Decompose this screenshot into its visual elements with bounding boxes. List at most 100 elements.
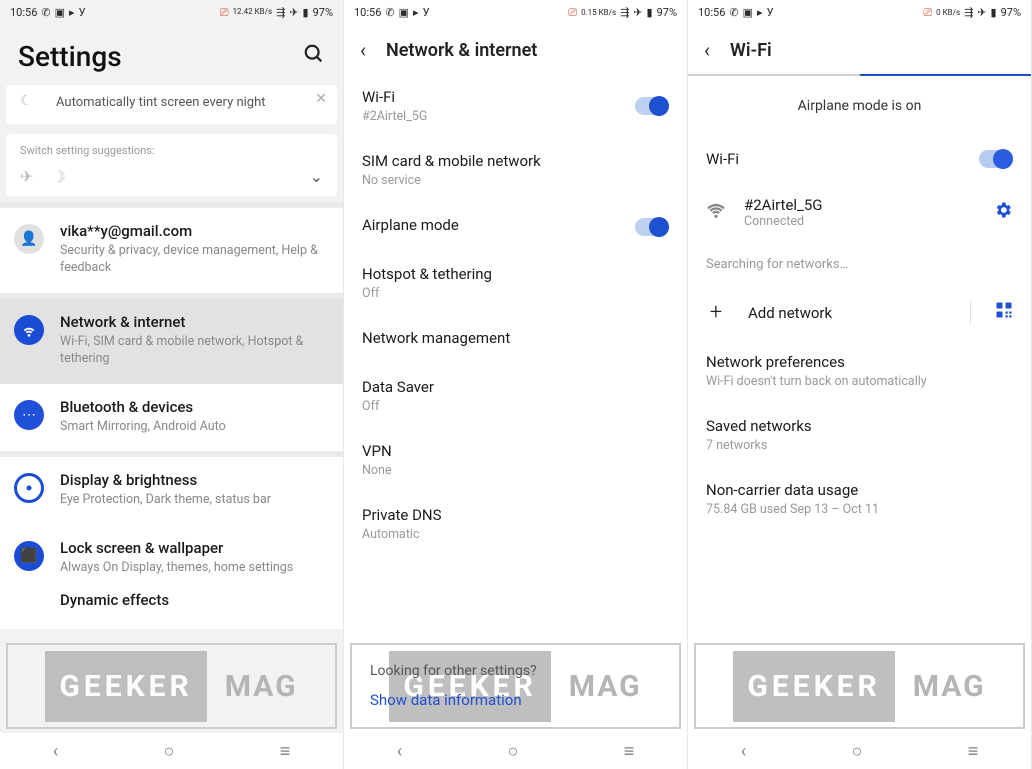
page-title: Settings	[18, 40, 122, 73]
recent-button[interactable]: ≡	[280, 741, 291, 762]
usage-title: Non-carrier data usage	[706, 481, 1013, 499]
search-icon[interactable]	[303, 43, 325, 71]
network-sub: Wi-Fi, SIM card & mobile network, Hotspo…	[60, 334, 329, 368]
netmgmt-label: Network management	[362, 329, 510, 347]
account-item[interactable]: 👤 vika**y@gmail.com Security & privacy, …	[0, 208, 343, 293]
sim-label: SIM card & mobile network	[362, 152, 541, 170]
network-title: Network & internet	[60, 313, 329, 331]
whatsapp-icon: ✆	[385, 7, 394, 18]
datasaver-item[interactable]: Data SaverOff	[344, 364, 687, 428]
wifi-item[interactable]: Wi-Fi#2Airtel_5G	[344, 74, 687, 138]
back-button[interactable]: ‹	[53, 741, 58, 762]
cast-icon: ⎚	[923, 7, 932, 18]
whatsapp-icon: ✆	[729, 7, 738, 18]
sim-item[interactable]: SIM card & mobile network No service	[344, 138, 687, 202]
display-item[interactable]: Display & brightness Eye Protection, Dar…	[0, 457, 343, 525]
wifi-master-toggle[interactable]	[979, 150, 1013, 168]
clock: 10:56	[354, 6, 381, 19]
saved-networks-item[interactable]: Saved networks 7 networks	[688, 403, 1031, 467]
app-icon: ▣	[399, 7, 409, 18]
avatar-icon: 👤	[14, 224, 44, 254]
display-sub: Eye Protection, Dark theme, status bar	[60, 492, 329, 509]
prefs-sub: Wi-Fi doesn't turn back on automatically	[706, 374, 1013, 389]
dns-item[interactable]: Private DNS Automatic	[344, 492, 687, 556]
prefs-title: Network preferences	[706, 353, 1013, 371]
netmgmt-item[interactable]: Network management	[344, 315, 687, 364]
dynamic-title: Dynamic effects	[60, 591, 329, 609]
airplane-icon[interactable]: ✈	[20, 167, 33, 186]
wifi-master-label: Wi-Fi	[706, 150, 739, 168]
net-speed: 12.42 KB/s	[233, 8, 273, 16]
wifi-icon	[14, 315, 44, 345]
page-title: Network & internet	[386, 40, 537, 61]
dynamic-effects-item[interactable]: Dynamic effects	[0, 585, 343, 629]
home-button[interactable]: ○	[507, 741, 518, 762]
hotspot-label: Hotspot & tethering	[362, 265, 492, 283]
y-icon: У	[79, 7, 86, 18]
battery-pct: 97%	[313, 6, 333, 19]
battery-icon: ▮	[303, 7, 309, 18]
wifi-signal-icon	[706, 202, 726, 223]
data-usage-item[interactable]: Non-carrier data usage 75.84 GB used Sep…	[688, 467, 1031, 531]
watermark-mag: MAG	[225, 669, 298, 704]
wifi-icon: ⇶	[620, 7, 629, 18]
back-icon[interactable]: ‹	[704, 38, 710, 62]
sim-sub: No service	[362, 173, 541, 188]
close-icon[interactable]: ✕	[315, 91, 327, 107]
more-icon: ⋯	[14, 400, 44, 430]
plus-icon: +	[706, 300, 726, 325]
dns-label: Private DNS	[362, 506, 442, 524]
clock: 10:56	[698, 6, 725, 19]
home-button[interactable]: ○	[163, 741, 174, 762]
vpn-item[interactable]: VPNNone	[344, 428, 687, 492]
network-preferences-item[interactable]: Network preferences Wi-Fi doesn't turn b…	[688, 339, 1031, 403]
add-network-row[interactable]: + Add network	[688, 286, 1031, 339]
saved-title: Saved networks	[706, 417, 1013, 435]
recent-button[interactable]: ≡	[624, 741, 635, 762]
airplane-banner: Airplane mode is on	[688, 76, 1031, 136]
hotspot-sub: Off	[362, 286, 492, 301]
night-light-text: Automatically tint screen every night	[56, 95, 323, 110]
cast-icon: ⎚	[220, 7, 229, 18]
account-sub: Security & privacy, device management, H…	[60, 243, 329, 277]
watermark: Looking for other settings? Show data in…	[350, 643, 681, 729]
airplane-item[interactable]: Airplane mode	[344, 202, 687, 251]
connected-network-row[interactable]: #2Airtel_5G Connected	[688, 182, 1031, 243]
battery-pct: 97%	[1001, 6, 1021, 19]
add-network-label: Add network	[748, 304, 832, 322]
clock: 10:56	[10, 6, 37, 19]
airplane-label: Airplane mode	[362, 216, 459, 234]
night-light-card[interactable]: ☾ Automatically tint screen every night …	[6, 85, 337, 124]
moon-icon: ☾	[20, 93, 33, 109]
tab-indicator	[688, 74, 1031, 76]
lock-screen-item[interactable]: ⬛ Lock screen & wallpaper Always On Disp…	[0, 525, 343, 585]
display-title: Display & brightness	[60, 471, 329, 489]
searching-text: Searching for networks…	[688, 243, 1031, 286]
lock-title: Lock screen & wallpaper	[60, 539, 329, 557]
back-icon[interactable]: ‹	[360, 38, 366, 62]
back-button[interactable]: ‹	[741, 741, 746, 762]
show-data-link[interactable]: Show data information	[370, 691, 688, 709]
wifi-master-toggle-row[interactable]: Wi-Fi	[688, 136, 1031, 182]
bluetooth-item[interactable]: ⋯ Bluetooth & devices Smart Mirroring, A…	[0, 384, 343, 452]
moon-icon[interactable]: ☽	[51, 167, 65, 186]
net-speed: 0.15 KB/s	[581, 8, 616, 17]
dns-sub: Automatic	[362, 527, 442, 542]
gear-icon[interactable]	[993, 200, 1013, 225]
qr-icon[interactable]	[970, 301, 1013, 324]
airplane-icon: ✈	[977, 7, 986, 18]
chevron-down-icon[interactable]: ⌄	[310, 167, 323, 186]
saved-sub: 7 networks	[706, 438, 1013, 453]
hotspot-item[interactable]: Hotspot & tethering Off	[344, 251, 687, 315]
recent-button[interactable]: ≡	[968, 741, 979, 762]
network-name: #2Airtel_5G	[744, 196, 822, 214]
battery-icon: ▮	[647, 7, 653, 18]
wifi-toggle[interactable]	[635, 97, 669, 115]
back-button[interactable]: ‹	[397, 741, 402, 762]
status-bar: 10:56 ✆ ▣ ▸ У ⎚ 0 KB/s ⇶ ✈ ▮ 97%	[688, 0, 1031, 24]
usage-sub: 75.84 GB used Sep 13 – Oct 11	[706, 502, 1013, 517]
airplane-toggle[interactable]	[635, 218, 669, 236]
app-icon: ▣	[743, 7, 753, 18]
home-button[interactable]: ○	[851, 741, 862, 762]
network-item[interactable]: Network & internet Wi-Fi, SIM card & mob…	[0, 299, 343, 384]
